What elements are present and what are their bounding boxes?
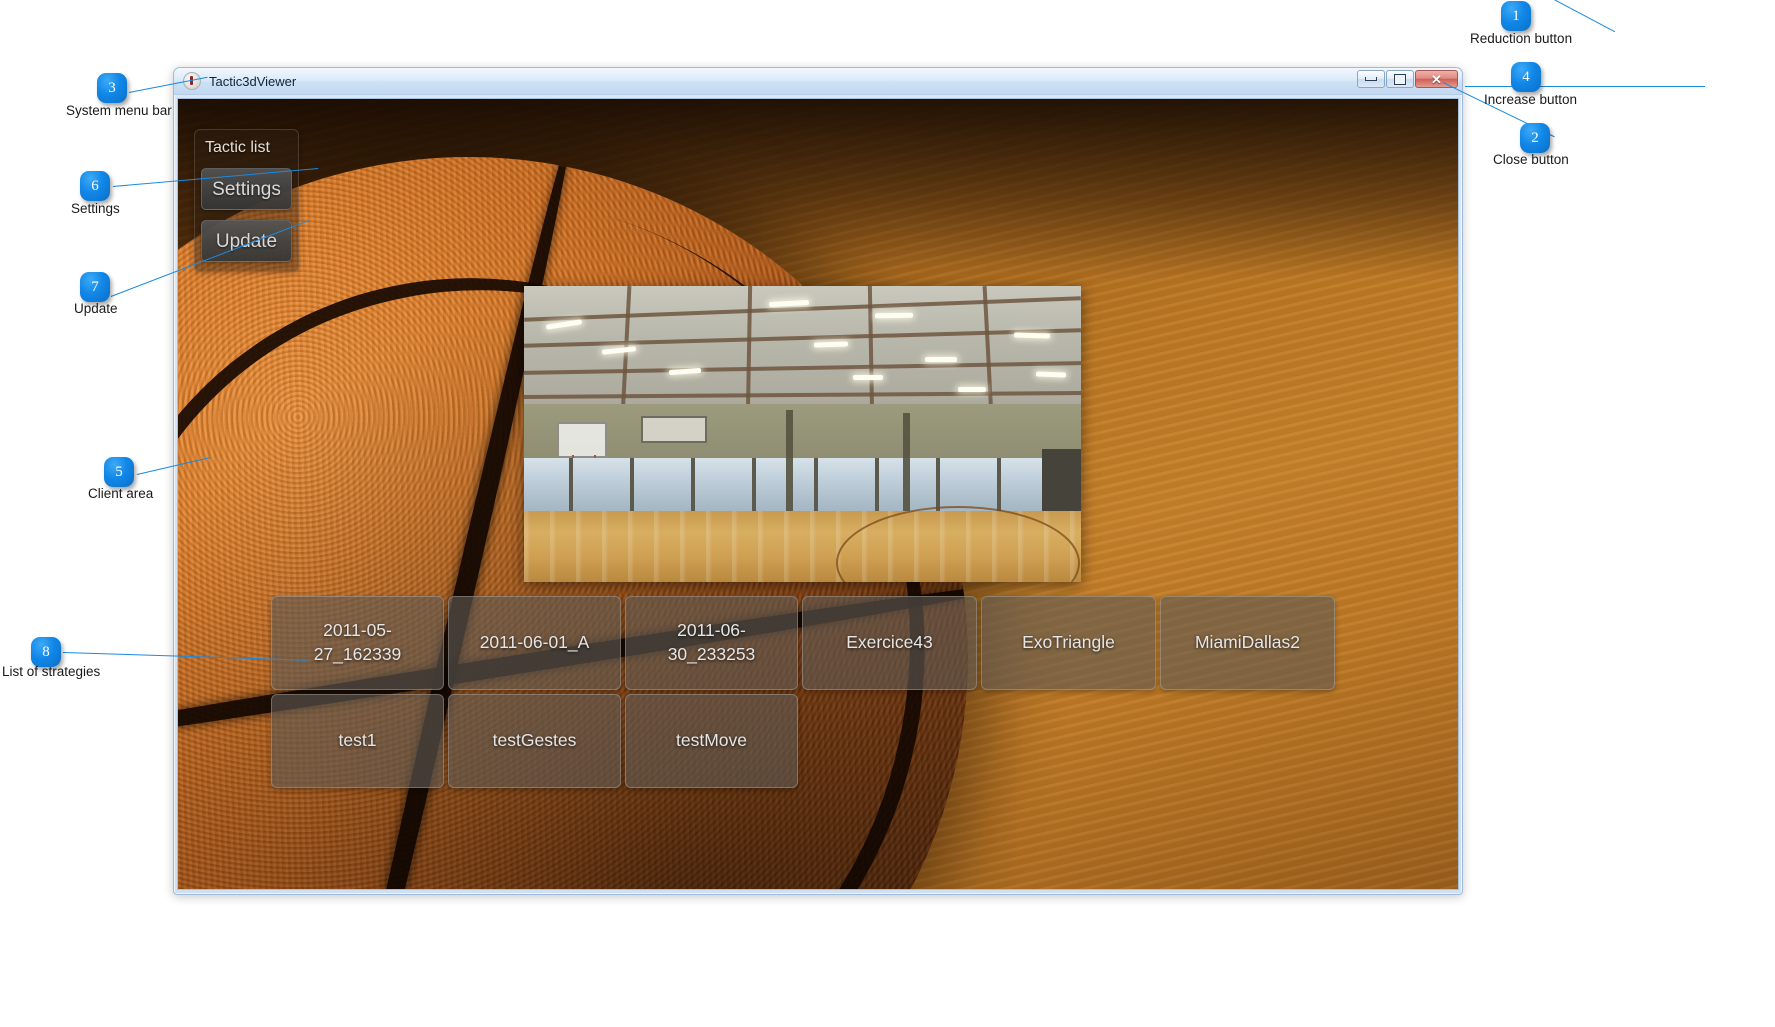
strategy-row: 2011-05-27_162339 2011-06-01_A 2011-06-3… — [271, 596, 1341, 690]
callout-label-3: System menu bar — [66, 103, 172, 118]
list-of-strategies: 2011-05-27_162339 2011-06-01_A 2011-06-3… — [271, 596, 1341, 792]
strategy-button[interactable]: 2011-05-27_162339 — [271, 596, 444, 690]
callout-badge-7: 7 — [80, 272, 110, 302]
callout-label-7: Update — [74, 301, 118, 316]
strategy-row: test1 testGestes testMove — [271, 694, 1341, 788]
leader-line-4 — [1465, 86, 1705, 87]
system-menu-bar[interactable]: Tactic3dViewer ✕ — [174, 68, 1462, 95]
application-window: Tactic3dViewer ✕ Tactic list — [173, 67, 1463, 895]
strategy-button[interactable]: Exercice43 — [802, 596, 977, 690]
gym-preview-viewport[interactable] — [524, 286, 1081, 582]
strategy-button[interactable]: testGestes — [448, 694, 621, 788]
gym-pillar — [786, 410, 793, 520]
strategy-button[interactable]: 2011-06-30_233253 — [625, 596, 798, 690]
callout-badge-3: 3 — [97, 73, 127, 103]
strategy-button[interactable]: 2011-06-01_A — [448, 596, 621, 690]
callout-badge-8: 8 — [31, 637, 61, 667]
gym-light — [1036, 371, 1066, 377]
callout-badge-5: 5 — [104, 457, 134, 487]
callout-badge-1: 1 — [1501, 1, 1531, 31]
strategy-button[interactable]: ExoTriangle — [981, 596, 1156, 690]
strategy-button[interactable]: testMove — [625, 694, 798, 788]
minimize-button[interactable] — [1357, 70, 1385, 88]
callout-label-4: Increase button — [1484, 92, 1577, 107]
callout-label-8: List of strategies — [2, 664, 100, 679]
callout-label-2: Close button — [1493, 152, 1569, 167]
client-area[interactable]: Tactic list Settings Update — [177, 98, 1459, 890]
gym-light — [875, 312, 913, 318]
callout-label-5: Client area — [88, 486, 153, 501]
gym-pillar — [903, 413, 910, 517]
window-controls: ✕ — [1357, 70, 1458, 88]
strategy-button[interactable]: test1 — [271, 694, 444, 788]
gym-light — [958, 387, 986, 392]
gym-light — [853, 375, 883, 380]
minimize-icon — [1365, 77, 1377, 81]
close-icon: ✕ — [1431, 73, 1442, 86]
gym-scoreboard — [641, 416, 707, 443]
callout-badge-6: 6 — [80, 171, 110, 201]
callout-label-1: Reduction button — [1470, 31, 1572, 46]
tactic-list-panel: Tactic list Settings Update — [194, 129, 299, 272]
maximize-icon — [1394, 74, 1406, 85]
leader-line-1 — [1516, 0, 1616, 32]
callout-badge-4: 4 — [1511, 62, 1541, 92]
maximize-button[interactable] — [1386, 70, 1414, 88]
tactic-list-title: Tactic list — [201, 137, 292, 168]
gym-light — [925, 357, 957, 362]
basketball-hoop-left — [557, 422, 607, 458]
window-title: Tactic3dViewer — [209, 74, 296, 89]
callout-label-6: Settings — [71, 201, 120, 216]
strategy-button[interactable]: MiamiDallas2 — [1160, 596, 1335, 690]
